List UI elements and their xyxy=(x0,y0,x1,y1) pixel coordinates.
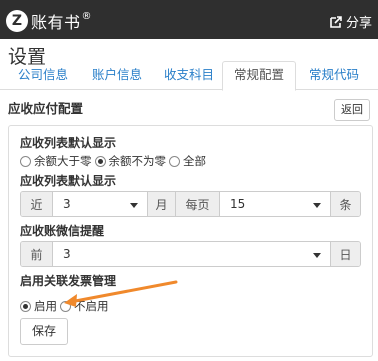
wechat-reminder-label: 应收账微信提醒 xyxy=(20,224,105,238)
tab-account-info[interactable]: 账户信息 xyxy=(88,65,146,90)
share-button[interactable]: 分享 xyxy=(329,12,372,31)
radio-enable[interactable] xyxy=(20,300,31,312)
registered-mark: ® xyxy=(81,10,92,22)
period-select[interactable]: 3 xyxy=(53,192,148,216)
per-page-label: 每页 xyxy=(176,192,220,216)
wechat-reminder-group: 前 3 日 xyxy=(20,241,361,267)
share-label: 分享 xyxy=(345,16,372,31)
list-default-radio-group: 余额大于零 余额不为零 全部 xyxy=(20,153,209,169)
tab-general-config[interactable]: 常规配置 xyxy=(222,61,297,91)
wechat-days-select[interactable]: 3 xyxy=(53,242,330,266)
back-button[interactable]: 返回 xyxy=(334,99,370,121)
share-icon xyxy=(330,15,342,28)
chevron-down-icon xyxy=(313,253,321,258)
chevron-down-icon xyxy=(130,203,138,208)
radio-all[interactable] xyxy=(169,155,180,167)
wechat-prefix: 前 xyxy=(21,242,53,266)
logo-badge: Z xyxy=(6,10,28,32)
tab-company-info[interactable]: 公司信息 xyxy=(14,65,72,90)
app-logo[interactable]: Z 账有书 ® xyxy=(6,9,92,33)
chevron-down-icon xyxy=(313,203,321,208)
tab-income-expense-subjects[interactable]: 收支科目 xyxy=(160,65,218,90)
top-bar: Z 账有书 ® 分享 xyxy=(0,0,378,39)
section-title: 应收应付配置 xyxy=(8,101,84,116)
list-period-group: 近 3 月 每页 15 条 xyxy=(20,191,361,217)
settings-tabs: 公司信息 账户信息 收支科目 常规配置 常规代码 xyxy=(0,61,378,91)
list-default-label: 应收列表默认显示 xyxy=(20,136,117,150)
radio-balance-nonzero[interactable] xyxy=(94,155,106,167)
per-page-select[interactable]: 15 xyxy=(220,192,330,216)
save-button[interactable]: 保存 xyxy=(20,318,68,345)
per-page-unit: 条 xyxy=(330,192,360,216)
app-name: 账有书 xyxy=(31,13,81,32)
radio-balance-positive[interactable] xyxy=(20,155,31,167)
wechat-unit: 日 xyxy=(330,242,360,266)
list-period-label: 应收列表默认显示 xyxy=(20,174,117,188)
annotation-arrow xyxy=(64,280,178,307)
tab-general-codes[interactable]: 常规代码 xyxy=(305,65,363,90)
period-unit: 月 xyxy=(148,192,176,216)
period-prefix: 近 xyxy=(21,192,53,216)
